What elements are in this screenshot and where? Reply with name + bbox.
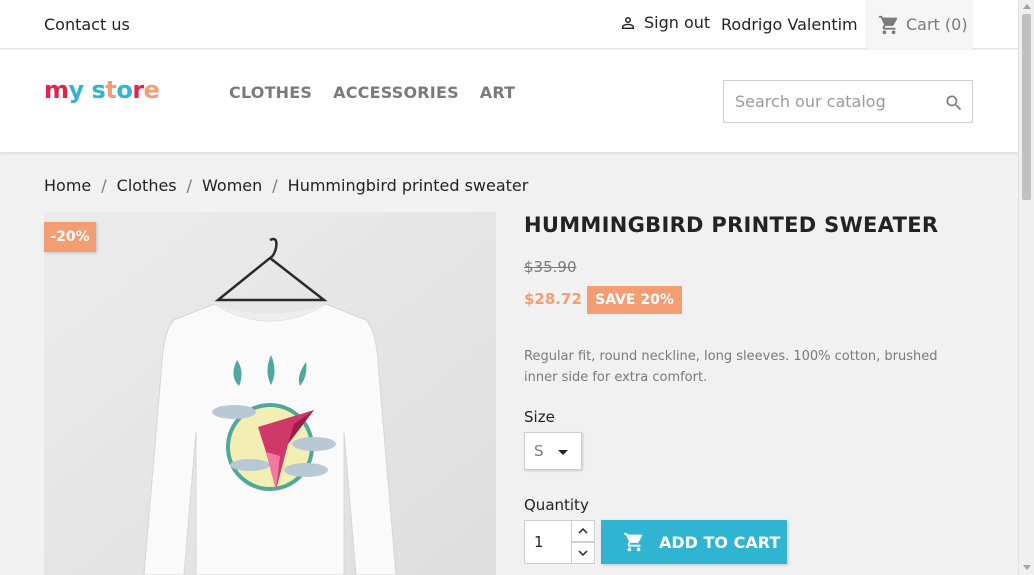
save-badge: SAVE 20% [587,286,682,314]
breadcrumb-clothes[interactable]: Clothes [117,176,177,195]
breadcrumb-separator: / [272,176,278,195]
add-to-cart-button[interactable]: ADD TO CART [601,520,787,564]
nav-item-clothes[interactable]: CLOTHES [229,83,312,102]
breadcrumb-separator: / [101,176,107,195]
top-nav-bar: Contact us Sign out Rodrigo Valentim Car… [0,0,1018,49]
search-icon[interactable] [944,93,964,113]
logo-letter: y [68,76,85,104]
regular-price: $35.90 [524,258,577,276]
quantity-label: Quantity [524,496,589,514]
discount-flag: -20% [44,222,96,252]
size-value: S [534,442,544,460]
sweater-illustration [44,212,496,575]
shopping-cart-icon [878,15,898,34]
logo-letter: s [91,76,106,104]
quantity-increase-button[interactable] [571,520,595,542]
logo-letter: o [116,76,133,104]
cart-label: Cart (0) [906,15,968,34]
nav-item-accessories[interactable]: ACCESSORIES [333,83,459,102]
logo-letter [84,76,92,104]
quantity-decrease-button[interactable] [571,542,595,564]
main-header: my store CLOTHES ACCESSORIES ART [0,50,1018,152]
size-select[interactable]: S [524,432,582,470]
add-to-cart-label: ADD TO CART [659,532,781,552]
chevron-up-icon [578,527,588,534]
chevron-down-icon [578,550,588,557]
contact-us-link[interactable]: Contact us [44,15,130,34]
breadcrumb-current[interactable]: Hummingbird printed sweater [288,176,529,195]
shopping-cart-icon [623,532,643,552]
scroll-up-arrow-icon[interactable] [1023,4,1031,9]
current-price: $28.72 [524,290,582,308]
product-description: Regular fit, round neckline, long sleeve… [524,349,938,385]
sign-out-label: Sign out [644,13,711,32]
logo-letter: m [44,76,69,104]
logo-letter: e [143,76,160,104]
breadcrumb-separator: / [186,176,193,195]
search-box [723,80,973,123]
cart-button[interactable]: Cart (0) [866,0,973,49]
quantity-value: 1 [534,533,544,551]
user-icon [622,16,634,29]
scroll-down-arrow-icon[interactable] [1023,565,1031,570]
breadcrumb: Home / Clothes / Women / Hummingbird pri… [44,176,528,195]
quantity-input[interactable]: 1 [524,520,572,564]
breadcrumb-women[interactable]: Women [202,176,262,195]
store-logo[interactable]: my store [44,76,160,104]
sign-out-link[interactable]: Sign out [619,13,710,32]
scrollbar-thumb[interactable] [1022,14,1031,200]
vertical-scrollbar[interactable] [1018,0,1034,575]
breadcrumb-home[interactable]: Home [44,176,91,195]
nav-item-art[interactable]: ART [480,83,516,102]
main-nav: CLOTHES ACCESSORIES ART [229,83,536,102]
logo-letter: r [132,76,144,104]
search-input[interactable] [724,81,934,122]
chevron-down-icon [558,450,568,455]
product-title: HUMMINGBIRD PRINTED SWEATER [524,213,939,237]
product-image[interactable] [44,212,496,575]
account-name-link[interactable]: Rodrigo Valentim [721,15,858,34]
size-label: Size [524,408,555,426]
logo-letter: t [105,76,117,104]
